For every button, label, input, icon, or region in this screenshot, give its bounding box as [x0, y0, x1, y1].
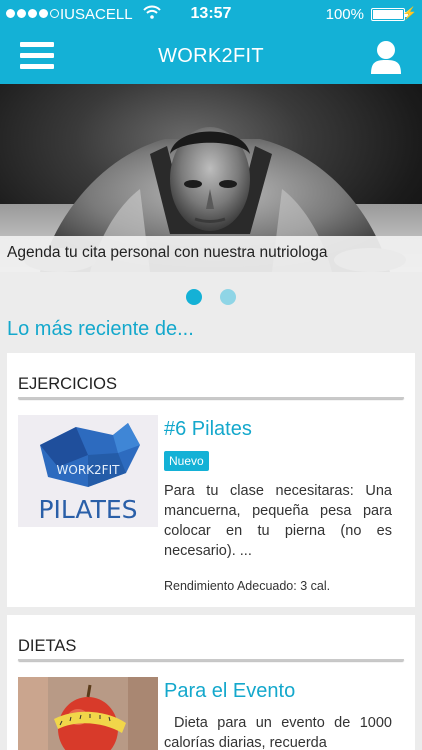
card-header: EJERCICIOS	[7, 353, 415, 401]
battery-percent: 100%	[325, 6, 364, 23]
item-title[interactable]: #6 Pilates	[164, 418, 252, 441]
category-card-dietas: DIETAS Para el Evento Dieta para un even…	[7, 615, 415, 750]
item-title[interactable]: Para el Evento	[164, 680, 295, 703]
charging-icon: ⚡	[402, 6, 417, 20]
thumbnail-label: PILATES	[38, 495, 137, 524]
thumbnail-logo-text: WORK2FIT	[57, 463, 121, 477]
item-meta: Rendimiento Adecuado: 3 cal.	[164, 579, 331, 593]
user-icon	[371, 41, 401, 74]
category-card-ejercicios: EJERCICIOS WORK2FIT PILATES #6 Pilates N…	[7, 353, 415, 607]
card-header: DIETAS	[7, 615, 415, 663]
hero-banner[interactable]: Agenda tu cita personal con nuestra nutr…	[0, 84, 422, 272]
top-bar: IUSACELL 13:57 100% ⚡ WORK2FIT	[0, 0, 422, 84]
carousel-pagination	[186, 289, 236, 305]
apple-measuring-tape-image	[18, 677, 158, 750]
carousel-dot-2[interactable]	[220, 289, 236, 305]
hero-caption: Agenda tu cita personal con nuestra nutr…	[0, 236, 422, 272]
diet-thumbnail[interactable]	[18, 677, 158, 750]
status-bar: IUSACELL 13:57 100% ⚡	[0, 0, 422, 28]
new-badge: Nuevo	[164, 451, 209, 471]
category-label: DIETAS	[18, 637, 77, 655]
item-description: Dieta para un evento de 1000 calorías di…	[164, 715, 392, 750]
item-description: Para tu clase necesitaras: Una mancuerna…	[164, 483, 392, 559]
battery-icon	[371, 8, 408, 21]
category-label: EJERCICIOS	[18, 375, 118, 393]
carousel-dot-1[interactable]	[186, 289, 202, 305]
profile-button[interactable]	[370, 40, 402, 74]
divider	[18, 659, 404, 661]
app-title: WORK2FIT	[158, 45, 264, 67]
divider	[18, 397, 404, 399]
pilates-logo-image: WORK2FIT PILATES	[18, 415, 158, 527]
section-title: Lo más reciente de...	[7, 318, 194, 340]
pilates-thumbnail[interactable]: WORK2FIT PILATES	[18, 415, 158, 527]
